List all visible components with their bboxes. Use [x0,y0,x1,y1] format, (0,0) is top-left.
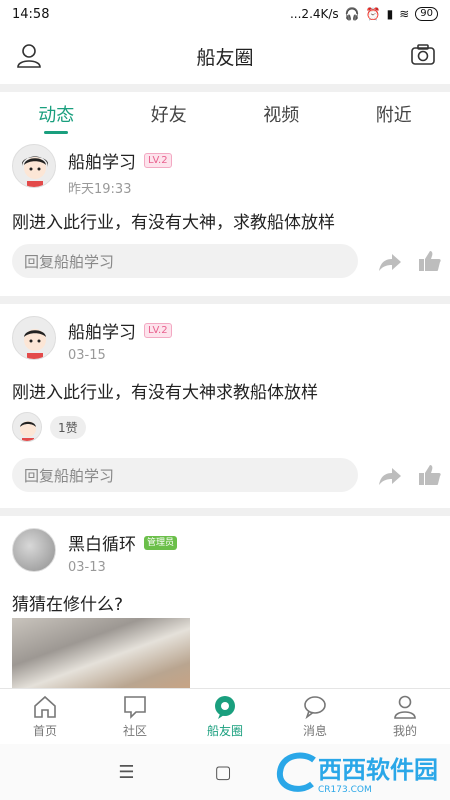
chat-box-icon [124,696,146,719]
watermark-sub: CR173.COM [318,784,372,795]
post-image[interactable] [12,618,190,688]
person-icon [394,695,416,719]
thumbs-up-icon[interactable] [418,463,442,487]
wifi-icon: ≋ [399,7,410,21]
network-speed: ...2.4K/s [289,7,339,21]
admin-badge: 管理员 [144,535,178,550]
post-author-row: 船舶学习 LV.2 [68,318,172,343]
divider [0,84,450,92]
nav-label: 船友圈 [206,724,243,738]
thumbs-up-icon[interactable] [418,249,442,273]
nav-label: 首页 [32,724,57,738]
headphone-icon: 🎧 [344,7,360,21]
post-content: 刚进入此行业，有没有大神，求教船体放样 [12,213,335,233]
app-header: 船友圈 [0,28,450,84]
reply-input[interactable]: 回复船舶学习 [12,458,358,492]
post-card: 船舶学习 LV.2 昨天19:33 刚进入此行业，有没有大神，求教船体放样 回复… [0,136,450,296]
post-author[interactable]: 黑白循环 [68,530,136,555]
post-author[interactable]: 船舶学习 [68,318,136,343]
avatar[interactable] [12,528,56,572]
tab-nearby[interactable]: 附近 [338,92,450,136]
reply-input[interactable]: 回复船舶学习 [12,244,358,278]
nav-boat-circle[interactable]: 船友圈 [180,689,270,744]
status-time: 14:58 [12,6,50,22]
post-time: 昨天19:33 [68,182,132,197]
share-icon[interactable] [378,250,402,274]
girl-avatar-icon [13,413,41,441]
nav-label: 消息 [302,724,327,738]
signal-icon: ▮ [386,7,394,21]
divider [0,296,450,304]
nav-home[interactable]: 首页 [0,689,90,744]
nav-community[interactable]: 社区 [90,689,180,744]
nav-label: 社区 [122,724,147,738]
post-content: 猜猜在修什么? [12,595,124,615]
post-content: 刚进入此行业，有没有大神求教船体放样 [12,383,318,403]
tab-dynamic[interactable]: 动态 [0,92,113,136]
liker-avatar[interactable] [12,412,42,442]
message-icon [304,696,326,720]
post-author[interactable]: 船舶学习 [68,148,136,173]
post-time: 03-13 [68,560,106,575]
tab-bar: 动态 好友 视频 附近 [0,92,450,136]
girl-avatar-icon [13,145,55,187]
bottom-nav: 首页 社区 船友圈 消息 我的 [0,688,450,744]
like-count[interactable]: 1赞 [50,415,86,439]
page-title: 船友圈 [196,46,254,69]
menu-icon[interactable]: ☰ [118,762,134,783]
level-badge: LV.2 [144,153,172,168]
battery-icon: 90 [415,7,438,21]
level-badge: LV.2 [144,323,172,338]
camera-icon[interactable] [410,42,436,68]
likes-row: 1赞 [12,412,86,442]
circle-icon [215,696,235,719]
tab-friends[interactable]: 好友 [113,92,226,136]
post-time: 03-15 [68,348,106,363]
avatar[interactable] [12,144,56,188]
post-author-row: 黑白循环 管理员 [68,530,178,555]
alarm-icon: ⏰ [365,7,381,21]
nav-messages[interactable]: 消息 [270,689,360,744]
post-card: 船舶学习 LV.2 03-15 刚进入此行业，有没有大神求教船体放样 1赞 回复… [0,304,450,508]
watermark: 西西软件园 CR173.COM [274,748,444,796]
status-bar: 14:58 ...2.4K/s 🎧 ⏰ ▮ ≋ 90 [0,0,450,28]
tab-video[interactable]: 视频 [225,92,338,136]
divider [0,508,450,516]
profile-icon[interactable] [16,42,42,68]
post-author-row: 船舶学习 LV.2 [68,148,172,173]
home-icon [34,695,56,718]
avatar[interactable] [12,316,56,360]
home-square-icon[interactable]: ▢ [215,762,232,783]
status-indicators: ...2.4K/s 🎧 ⏰ ▮ ≋ 90 [290,7,438,21]
watermark-text: 西西软件园 [318,755,438,784]
nav-profile[interactable]: 我的 [360,689,450,744]
nav-label: 我的 [392,724,417,738]
share-icon[interactable] [378,464,402,488]
post-card: 黑白循环 管理员 03-13 猜猜在修什么? [0,516,450,688]
watermark-logo-icon [276,752,316,792]
girl-avatar-icon [13,317,55,359]
